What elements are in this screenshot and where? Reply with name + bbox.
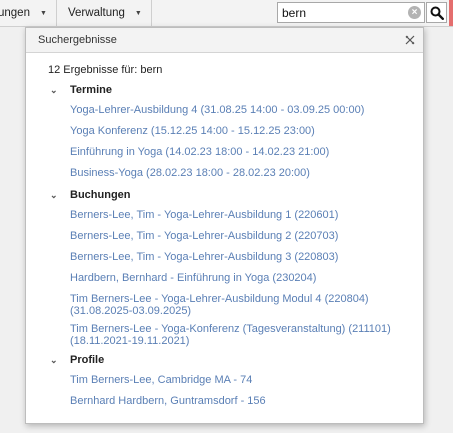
result-count: 12 Ergebnisse für: bern [48,64,163,76]
search-input[interactable] [278,5,402,20]
result-link[interactable]: Hardbern, Bernhard - Einführung in Yoga … [70,273,316,284]
search-field: × [277,2,425,23]
result-link-line1: Tim Berners-Lee - Yoga-Konferenz (Tagesv… [70,323,391,335]
top-menu-bar: ungen ▼ Verwaltung ▼ × [0,0,453,27]
popup-header: Suchergebnisse [26,28,423,53]
result-link[interactable]: Yoga-Lehrer-Ausbildung 4 (31.08.25 14:00… [70,105,364,116]
search-button[interactable] [426,2,447,23]
result-link-line2: (31.08.2025-03.09.2025) [70,305,192,317]
section-profile-label: Profile [70,354,105,366]
result-link[interactable]: Business-Yoga (28.02.23 18:00 - 28.02.23… [70,168,310,179]
result-link-line1: Tim Berners-Lee - Yoga-Lehrer-Ausbildung… [70,293,369,305]
result-link[interactable]: Tim Berners-Lee - Yoga-Lehrer-Ausbildung… [70,294,369,317]
result-link[interactable]: Bernhard Hardbern, Guntramsdorf - 156 [70,396,266,407]
result-link[interactable]: Berners-Lee, Tim - Yoga-Lehrer-Ausbildun… [70,252,338,263]
result-link[interactable]: Yoga Konferenz (15.12.25 14:00 - 15.12.2… [70,126,315,137]
menu-verwaltung[interactable]: Verwaltung ▼ [57,0,152,26]
result-link[interactable]: Berners-Lee, Tim - Yoga-Lehrer-Ausbildun… [70,210,338,221]
result-link-line2: (18.11.2021-19.11.2021) [70,335,190,347]
close-icon[interactable] [404,34,416,46]
result-link[interactable]: Einführung in Yoga (14.02.23 18:00 - 14.… [70,147,329,158]
result-link[interactable]: Tim Berners-Lee, Cambridge MA - 74 [70,375,252,386]
menu-verwaltung-label: Verwaltung [68,7,125,19]
menu-buchungen-label: ungen [0,7,30,19]
section-profile[interactable]: ⌄ Profile [50,354,104,366]
menu-buchungen[interactable]: ungen ▼ [0,0,57,26]
chevron-down-icon: ▼ [39,9,47,17]
section-termine-label: Termine [70,84,112,96]
section-buchungen-label: Buchungen [70,189,131,201]
edge-accent [449,0,453,26]
clear-search-icon[interactable]: × [408,6,421,19]
result-link[interactable]: Berners-Lee, Tim - Yoga-Lehrer-Ausbildun… [70,231,338,242]
search-results-popup: Suchergebnisse 12 Ergebnisse für: bern ⌄… [25,27,424,424]
popup-title: Suchergebnisse [38,34,117,46]
section-buchungen[interactable]: ⌄ Buchungen [50,189,131,201]
search-icon [430,6,444,20]
chevron-down-icon: ⌄ [50,84,58,95]
chevron-down-icon: ▼ [134,9,142,17]
section-termine[interactable]: ⌄ Termine [50,84,112,96]
chevron-down-icon: ⌄ [50,189,58,200]
result-link[interactable]: Tim Berners-Lee - Yoga-Konferenz (Tagesv… [70,324,391,347]
chevron-down-icon: ⌄ [50,354,58,365]
